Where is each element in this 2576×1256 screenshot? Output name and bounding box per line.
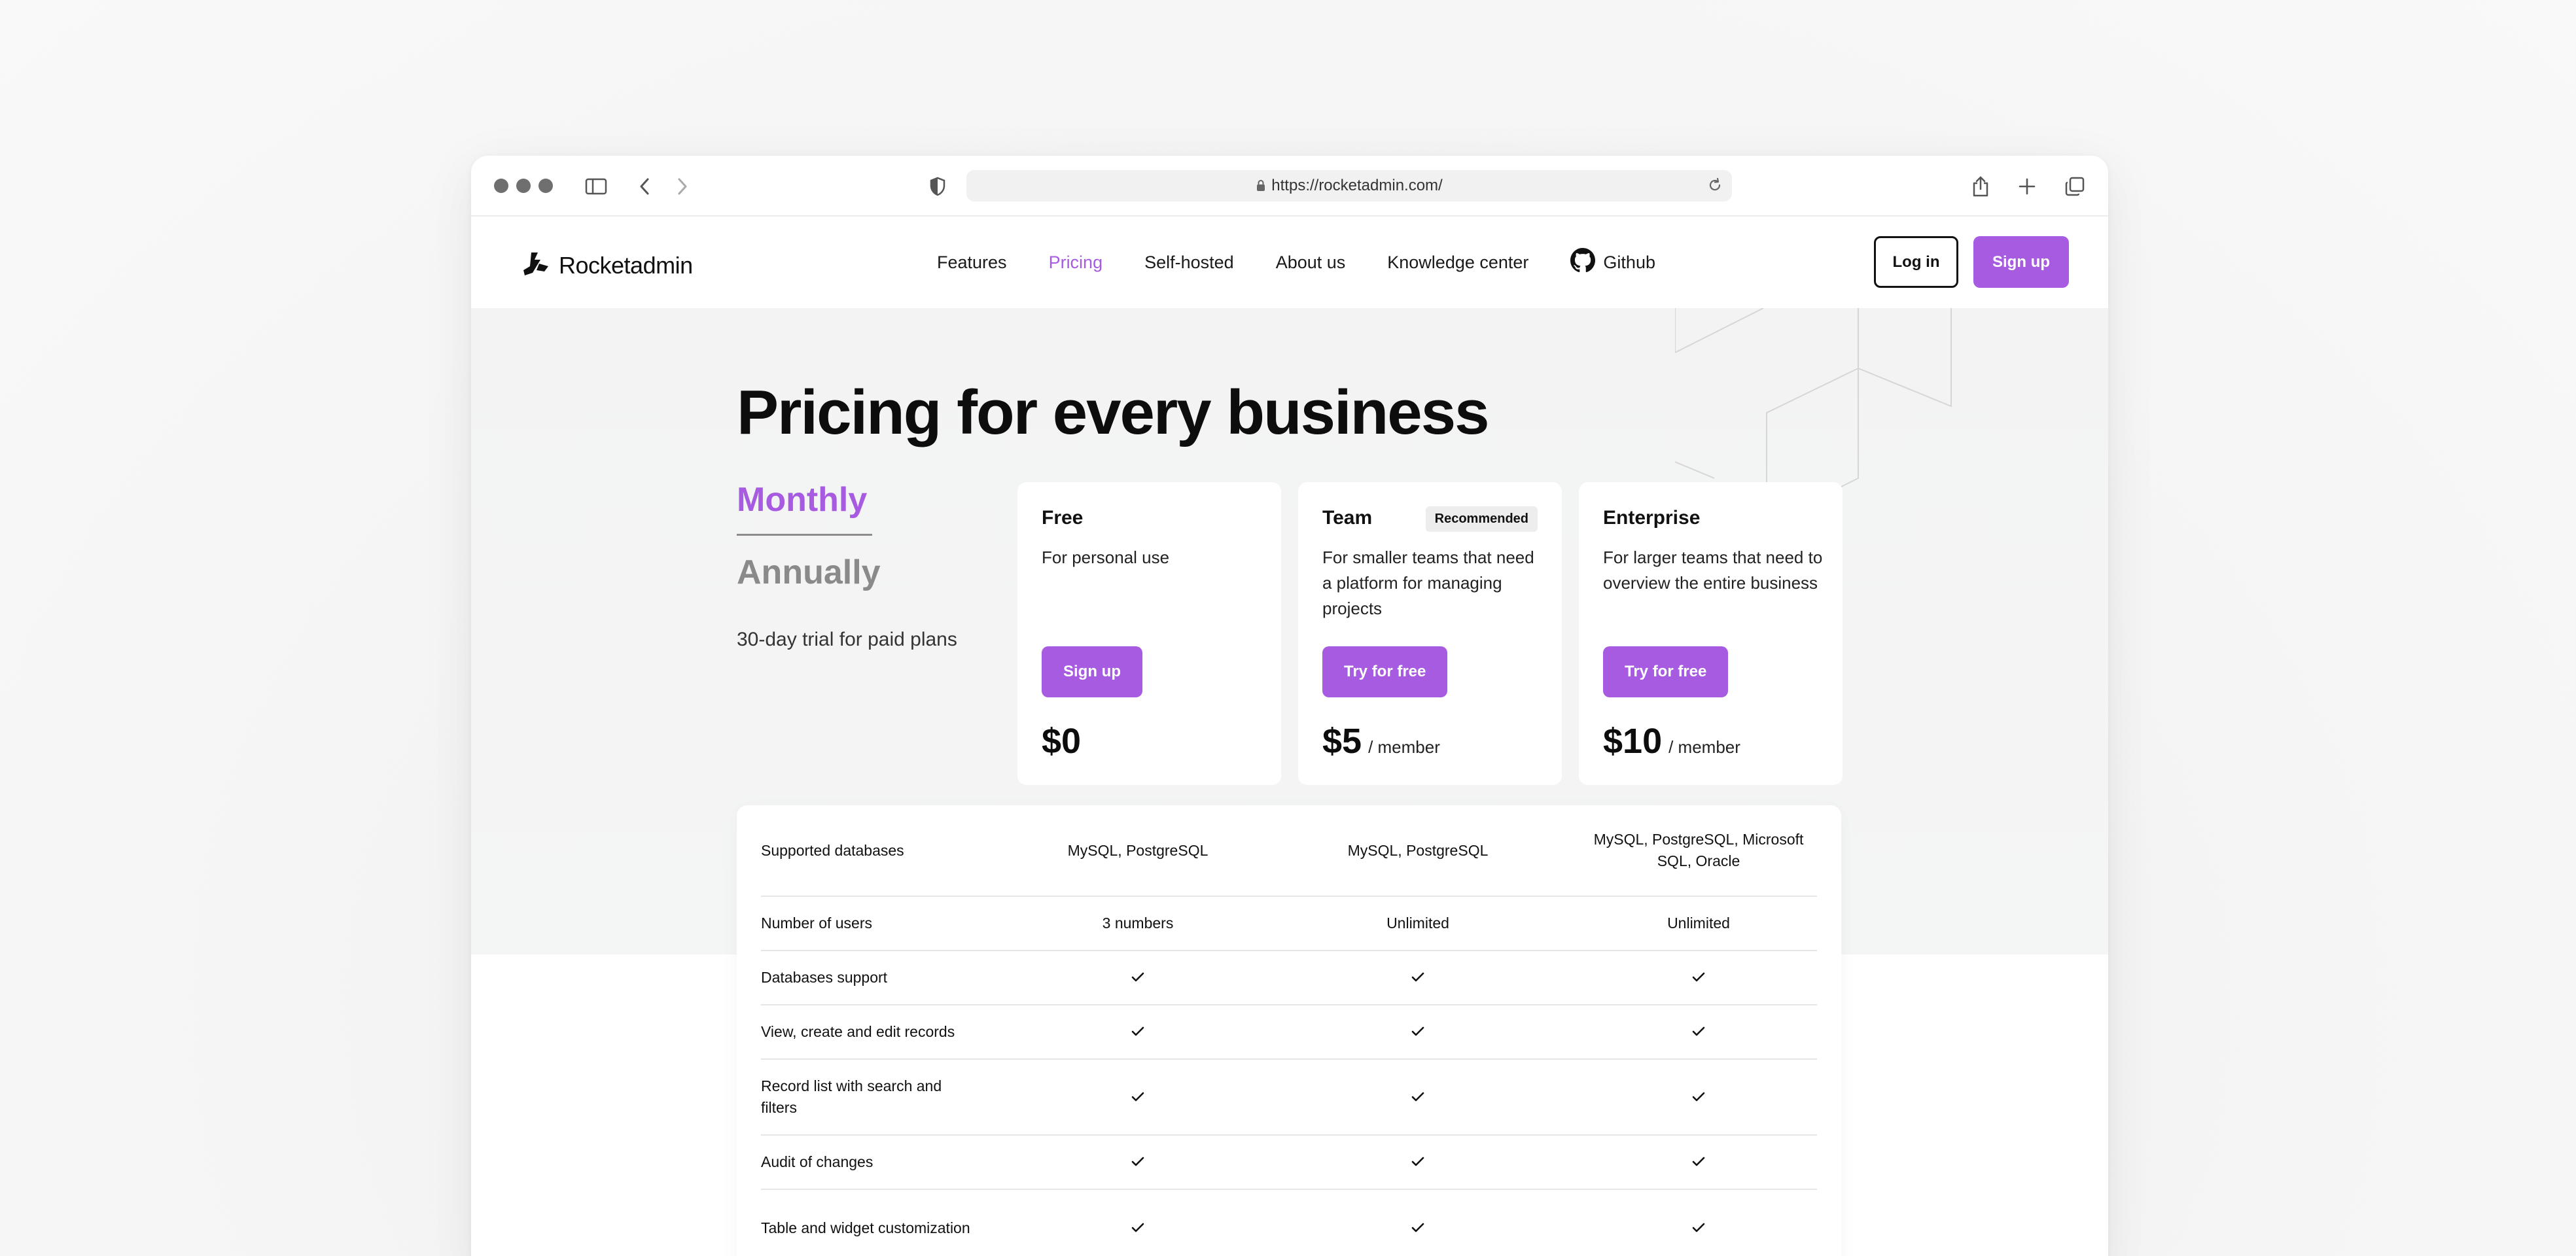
plan-description: For larger teams that need to overview t… — [1603, 548, 1823, 593]
plan-description: For personal use — [1042, 548, 1170, 567]
price-unit: / member — [1668, 737, 1740, 757]
feature-label: View, create and edit records — [761, 1023, 955, 1040]
check-icon — [1574, 1087, 1823, 1108]
plan-name: Enterprise — [1603, 507, 1701, 529]
nav-about-us[interactable]: About us — [1276, 253, 1346, 273]
check-icon — [1294, 1087, 1542, 1108]
feature-label: Databases support — [761, 969, 888, 986]
price-value: $0 — [1042, 722, 1082, 761]
nav-knowledge-center[interactable]: Knowledge center — [1387, 253, 1528, 273]
feature-value-team: Unlimited — [1386, 915, 1449, 932]
check-icon — [1574, 1217, 1823, 1239]
nav-features[interactable]: Features — [937, 253, 1007, 273]
plan-signup-button[interactable]: Sign up — [1042, 646, 1142, 697]
feature-label: Supported databases — [761, 841, 904, 859]
table-row: View, create and edit records — [761, 1005, 1817, 1060]
sidebar-toggle-icon[interactable] — [581, 171, 611, 201]
login-button[interactable]: Log in — [1874, 236, 1958, 288]
nav-github[interactable]: Github — [1570, 247, 1655, 277]
period-divider — [737, 534, 872, 536]
table-row: Number of users 3 numbers Unlimited Unli… — [761, 897, 1817, 951]
new-tab-plus-icon[interactable] — [2012, 171, 2042, 201]
main-nav: Features Pricing Self-hosted About us Kn… — [937, 217, 1697, 308]
plan-card-team: Team Recommended For smaller teams that … — [1298, 482, 1562, 785]
reload-icon[interactable] — [1707, 177, 1723, 193]
hexagon-decoration — [1675, 308, 1952, 498]
table-row: Supported databases MySQL, PostgreSQL My… — [761, 805, 1817, 897]
share-icon[interactable] — [1966, 171, 1996, 201]
table-row: Record list with search and filters — [761, 1060, 1817, 1136]
feature-label: Record list with search and filters — [761, 1077, 942, 1116]
check-icon — [1574, 1021, 1823, 1043]
check-icon — [1294, 1151, 1542, 1173]
plan-trial-button[interactable]: Try for free — [1322, 646, 1448, 697]
plan-name: Free — [1042, 507, 1084, 529]
trial-note: 30-day trial for paid plans — [737, 629, 957, 650]
table-row: Audit of changes — [761, 1136, 1817, 1190]
tab-overview-icon[interactable] — [2060, 171, 2090, 201]
site-header: Rocketadmin Features Pricing Self-hosted… — [471, 217, 2108, 308]
check-icon — [1014, 1217, 1262, 1239]
price-unit: / member — [1368, 737, 1440, 757]
browser-window: https://rocketadmin.com/ Rocketadmin Fea… — [471, 156, 2108, 1256]
price-value: $10 — [1603, 722, 1663, 761]
price-value: $5 — [1322, 722, 1362, 761]
feature-value-free: 3 numbers — [1102, 915, 1174, 932]
feature-comparison-table: Supported databases MySQL, PostgreSQL My… — [737, 805, 1841, 1256]
table-row: Databases support — [761, 951, 1817, 1005]
feature-value-enterprise: MySQL, PostgreSQL, Microsoft SQL, Oracle — [1593, 831, 1804, 869]
feature-label: Table and widget customization — [761, 1219, 970, 1236]
check-icon — [1014, 1021, 1262, 1043]
plan-price: $5 / member — [1322, 721, 1440, 761]
plan-name: Team — [1322, 507, 1373, 529]
check-icon — [1294, 1021, 1542, 1043]
feature-value-enterprise: Unlimited — [1667, 915, 1730, 932]
check-icon — [1294, 1217, 1542, 1239]
plan-description: For smaller teams that need a platform f… — [1322, 548, 1534, 618]
back-arrow-icon[interactable] — [629, 171, 660, 201]
monthly-toggle[interactable]: Monthly — [737, 480, 867, 519]
privacy-shield-icon[interactable] — [923, 171, 953, 201]
plan-price: $10 / member — [1603, 721, 1740, 761]
browser-toolbar: https://rocketadmin.com/ — [471, 156, 2108, 217]
feature-label: Number of users — [761, 915, 873, 932]
check-icon — [1014, 967, 1262, 988]
table-row: Table and widget customization — [761, 1190, 1817, 1256]
check-icon — [1014, 1087, 1262, 1108]
annually-toggle[interactable]: Annually — [737, 553, 881, 592]
forward-arrow-icon[interactable] — [667, 171, 697, 201]
plan-trial-button[interactable]: Try for free — [1603, 646, 1729, 697]
address-bar[interactable]: https://rocketadmin.com/ — [966, 170, 1732, 201]
check-icon — [1014, 1151, 1262, 1173]
rocket-logo-icon — [522, 251, 551, 280]
close-window-button[interactable] — [494, 179, 508, 193]
check-icon — [1574, 967, 1823, 988]
github-label: Github — [1603, 252, 1655, 272]
signup-button[interactable]: Sign up — [1973, 236, 2069, 288]
nav-self-hosted[interactable]: Self-hosted — [1144, 253, 1234, 273]
plan-card-enterprise: Enterprise For larger teams that need to… — [1579, 482, 1843, 785]
lock-icon — [1256, 179, 1266, 192]
nav-pricing[interactable]: Pricing — [1049, 253, 1103, 273]
github-icon — [1570, 247, 1596, 277]
site-logo[interactable]: Rocketadmin — [522, 251, 693, 280]
url-text: https://rocketadmin.com/ — [1271, 177, 1443, 194]
plan-price: $0 — [1042, 721, 1081, 761]
feature-label: Audit of changes — [761, 1153, 873, 1170]
plan-card-free: Free For personal use Sign up $0 — [1017, 482, 1281, 785]
page-title: Pricing for every business — [737, 377, 1489, 447]
feature-value-free: MySQL, PostgreSQL — [1067, 841, 1209, 859]
check-icon — [1294, 967, 1542, 988]
logo-text: Rocketadmin — [559, 251, 693, 279]
check-icon — [1574, 1151, 1823, 1173]
zoom-window-button[interactable] — [538, 179, 553, 193]
feature-value-team: MySQL, PostgreSQL — [1347, 841, 1489, 859]
minimize-window-button[interactable] — [516, 179, 531, 193]
window-controls — [494, 179, 553, 193]
recommended-badge: Recommended — [1425, 506, 1538, 532]
